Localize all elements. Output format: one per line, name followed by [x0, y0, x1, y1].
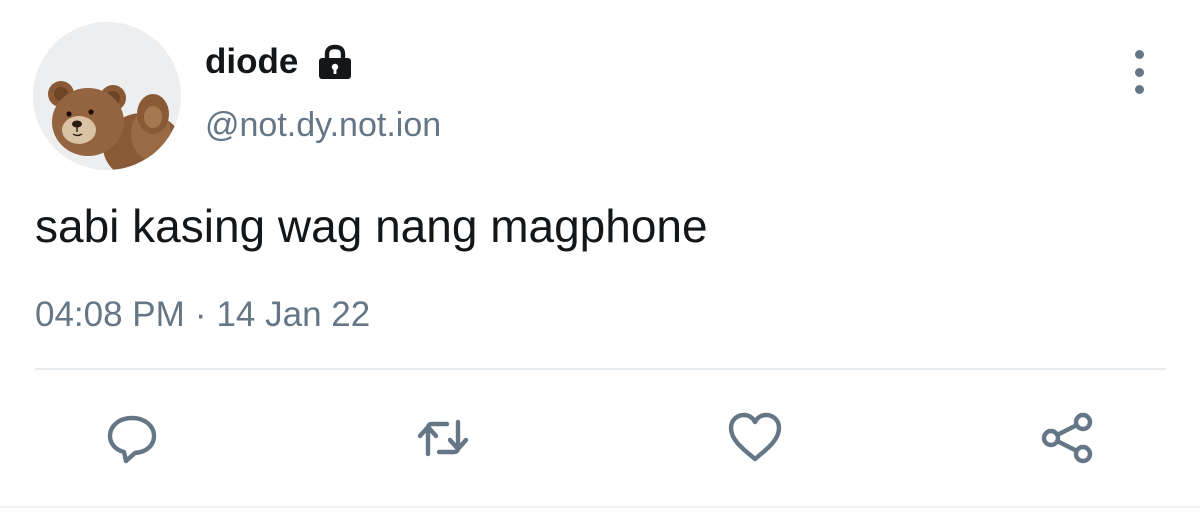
user-handle[interactable]: @not.dy.not.ion	[205, 103, 441, 147]
vertical-dots-icon-dot-2	[1134, 67, 1144, 77]
share-icon	[1041, 412, 1093, 464]
retweet-icon	[417, 419, 469, 457]
tweet-date: 14 Jan 22	[216, 295, 371, 334]
timestamp-separator: ·	[194, 295, 207, 334]
timestamp[interactable]: 04:08 PM · 14 Jan 22	[35, 292, 370, 338]
retweet-button[interactable]	[413, 408, 473, 468]
vertical-dots-icon	[1134, 50, 1144, 59]
tweet-text: sabi kasing wag nang magphone	[35, 200, 708, 252]
bottom-divider	[0, 506, 1200, 508]
teddy-bear-avatar-icon	[33, 22, 181, 170]
avatar[interactable]	[33, 22, 181, 170]
display-name[interactable]: diode	[205, 38, 298, 86]
tweet-card: diode @not.dy.not.ion sabi kasing wag na…	[0, 0, 1200, 524]
divider	[35, 368, 1166, 370]
like-button[interactable]	[725, 408, 785, 468]
name-row: diode	[205, 38, 354, 86]
speech-bubble-icon	[107, 415, 157, 464]
reply-button[interactable]	[102, 408, 162, 468]
lock-icon	[316, 43, 354, 81]
more-options-button[interactable]	[1122, 50, 1156, 94]
share-button[interactable]	[1037, 408, 1097, 468]
tweet-time: 04:08 PM	[35, 295, 185, 334]
heart-icon	[728, 412, 782, 462]
vertical-dots-icon-dot-3	[1134, 85, 1144, 94]
